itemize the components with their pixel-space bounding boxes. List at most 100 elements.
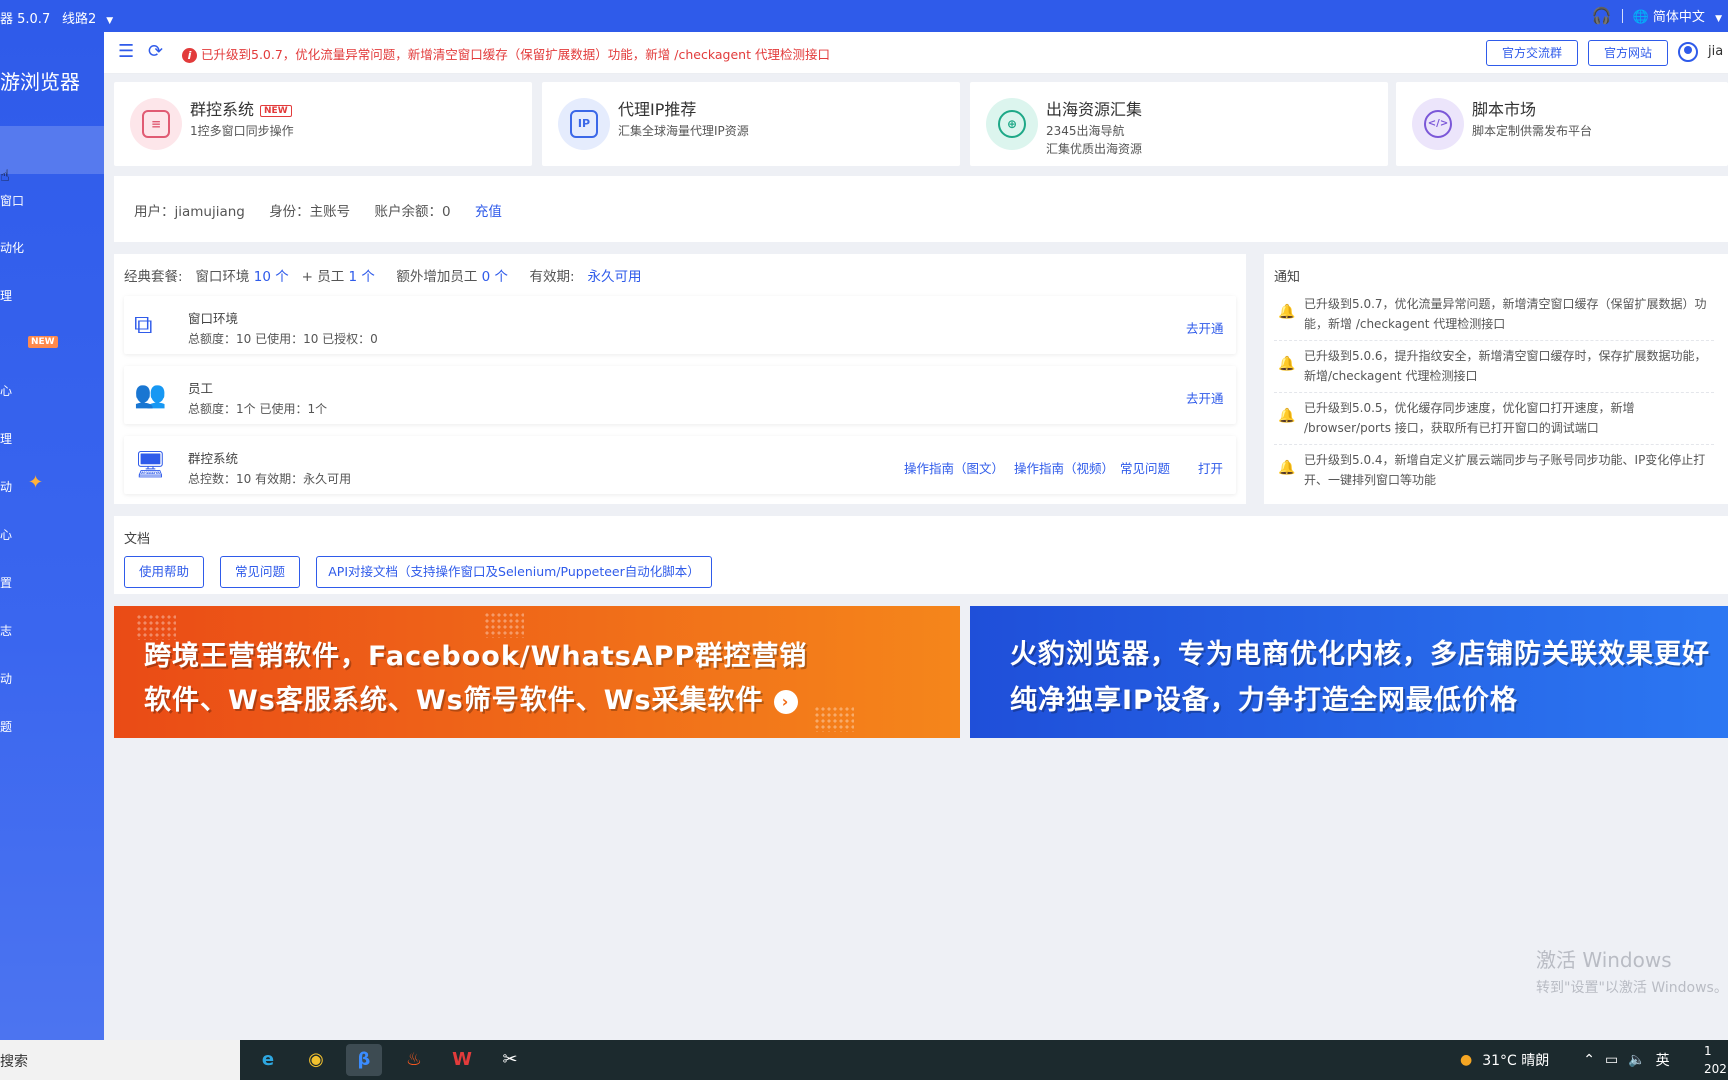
open-link[interactable]: 打开 xyxy=(1198,458,1223,477)
upgrade-notice[interactable]: i 已升级到5.0.7，优化流量异常问题，新增清空窗口缓存（保留扩展数据）功能，新… xyxy=(182,44,830,63)
guide-video-link[interactable]: 操作指南（视频） xyxy=(1014,458,1114,477)
feature-title: 代理IP推荐 xyxy=(618,100,697,119)
sidebar-item-active[interactable] xyxy=(0,126,104,174)
banner-huobao[interactable]: 火豹浏览器，专为电商优化内核，多店铺防关联效果更好 纯净独享IP设备，力争打造全… xyxy=(970,606,1728,738)
edge-icon[interactable]: e xyxy=(250,1044,286,1076)
taskbar-search[interactable]: 搜索 xyxy=(0,1040,240,1080)
sidebar-item-windows[interactable]: 窗口 xyxy=(0,192,24,209)
official-site-button[interactable]: 官方网站 xyxy=(1588,40,1668,66)
sidebar-item-logs[interactable]: 志 xyxy=(0,622,12,639)
feature-desc: 2345出海导航 汇集优质出海资源 xyxy=(1046,124,1143,156)
wps-icon[interactable]: W xyxy=(444,1044,480,1076)
language-selector[interactable]: 🌐 简体中文 ▼ xyxy=(1633,6,1722,25)
volume-icon[interactable]: 🔈 xyxy=(1628,1052,1645,1068)
activation-watermark: 激活 Windows 转到"设置"以激活 Windows。 xyxy=(1536,948,1728,996)
arrow-right-icon: › xyxy=(773,689,798,714)
banner-line-1: 跨境王营销软件，Facebook/WhatsAPP群控营销 xyxy=(144,641,808,672)
banner-line-2: 纯净独享IP设备，力争打造全网最低价格 xyxy=(1010,685,1518,716)
notification-item[interactable]: 🔔 已升级到5.0.5，优化缓存同步速度，优化窗口打开速度，新增 /browse… xyxy=(1274,398,1714,445)
chrome-icon[interactable]: ◉ xyxy=(298,1044,334,1076)
weather-icon: ● xyxy=(1460,1052,1473,1068)
ime-indicator[interactable]: 英 xyxy=(1656,1050,1670,1070)
feature-card-group-control[interactable]: ≡ 群控系统 NEW 1控多窗口同步操作 xyxy=(114,82,532,166)
docs-panel: 文档 使用帮助 常见问题 API对接文档（支持操作窗口及Selenium/Pup… xyxy=(114,516,1728,594)
top-bar: ☰ ⟳ i 已升级到5.0.7，优化流量异常问题，新增清空窗口缓存（保留扩展数据）… xyxy=(104,32,1728,74)
sidebar-item-manage-2[interactable]: 理 xyxy=(0,430,12,447)
account-balance: 账户余额：0 xyxy=(374,204,451,220)
feature-desc: 汇集全球海量代理IP资源 xyxy=(618,124,749,138)
feature-card-script-market[interactable]: </> 脚本市场 脚本定制供需发布平台 xyxy=(1396,82,1728,166)
bell-icon: 🔔 xyxy=(1278,356,1296,372)
row-name: 群控系统 xyxy=(188,451,239,466)
sidebar-item-manage[interactable]: 理 xyxy=(0,287,12,304)
chevron-down-icon: ▼ xyxy=(106,16,114,26)
row-meta: 总额度：10 已使用：10 已授权：0 xyxy=(188,332,378,346)
banner-kuajingwang[interactable]: 跨境王营销软件，Facebook/WhatsAPP群控营销 软件、Ws客服系统、… xyxy=(114,606,960,738)
recharge-link[interactable]: 充值 xyxy=(475,204,502,220)
row-name: 窗口环境 xyxy=(188,311,239,326)
divider xyxy=(1621,8,1623,23)
sparkle-icon: ✦ xyxy=(28,472,44,493)
faq-link[interactable]: 常见问题 xyxy=(1120,458,1170,477)
api-docs-button[interactable]: API对接文档（支持操作窗口及Selenium/Puppeteer自动化脚本） xyxy=(316,556,712,588)
line-selector[interactable]: 线路2 ▼ xyxy=(62,8,113,27)
refresh-icon[interactable]: ⟳ xyxy=(148,41,163,62)
notification-item[interactable]: 🔔 已升级到5.0.4，新增自定义扩展云端同步与子账号同步功能、IP变化停止打开… xyxy=(1274,450,1714,496)
decor-dots xyxy=(814,706,854,732)
new-badge: NEW xyxy=(28,336,58,348)
guide-text-link[interactable]: 操作指南（图文） xyxy=(904,458,1004,477)
taskbar: 搜索 e ◉ β ♨ W ✂ ● 31°C 晴朗 ⌃ ▭ 🔈 英 1 202 xyxy=(0,1040,1728,1080)
compass-icon: ⊕ xyxy=(986,98,1038,150)
row-meta: 总额度：1个 已使用：1个 xyxy=(188,402,328,416)
sidebar: 游浏览器 窗口 动化 理 NEW 心 理 动 ✦ 心 置 志 动 题 xyxy=(0,32,104,1040)
package-row-windows: ⧉ 窗口环境 总额度：10 已使用：10 已授权：0 去开通 xyxy=(124,296,1236,354)
username[interactable]: jia xyxy=(1708,44,1723,59)
sidebar-item-center[interactable]: 心 xyxy=(0,382,12,399)
sidebar-item-questions[interactable]: 题 xyxy=(0,718,12,735)
official-group-button[interactable]: 官方交流群 xyxy=(1486,40,1578,66)
notification-item[interactable]: 🔔 已升级到5.0.6，提升指纹安全，新增清空窗口缓存时，保存扩展数据功能，新增… xyxy=(1274,346,1714,393)
help-button[interactable]: 使用帮助 xyxy=(124,556,204,588)
browser-app-icon[interactable]: β xyxy=(346,1044,382,1076)
sidebar-item-automation[interactable]: 动化 xyxy=(0,239,24,256)
avatar[interactable] xyxy=(1678,42,1698,62)
banner-line-1: 火豹浏览器，专为电商优化内核，多店铺防关联效果更好 xyxy=(1010,639,1710,670)
code-icon: </> xyxy=(1412,98,1464,150)
feature-card-proxy-ip[interactable]: IP 代理IP推荐 汇集全球海量代理IP资源 xyxy=(542,82,960,166)
sidebar-item-activity[interactable]: 动 xyxy=(0,478,12,495)
notifications-panel: 通知 🔔 已升级到5.0.7，优化流量异常问题，新增清空窗口缓存（保留扩展数据）… xyxy=(1264,254,1728,504)
chevron-down-icon: ▼ xyxy=(1715,14,1722,24)
feature-desc: 1控多窗口同步操作 xyxy=(190,124,294,138)
chevron-up-icon[interactable]: ⌃ xyxy=(1583,1052,1595,1068)
windows-copy-icon: ⧉ xyxy=(134,310,153,340)
weather-text[interactable]: 31°C 晴朗 xyxy=(1482,1050,1549,1070)
group-control-icon: ≡ xyxy=(130,98,182,150)
sidebar-item-settings[interactable]: 置 xyxy=(0,574,12,591)
docs-title: 文档 xyxy=(124,532,151,547)
headset-icon[interactable]: 🎧 xyxy=(1592,6,1612,25)
collapse-menu-icon[interactable]: ☰ xyxy=(118,41,134,62)
faq-button[interactable]: 常见问题 xyxy=(220,556,300,588)
feature-card-overseas-resources[interactable]: ⊕ 出海资源汇集 2345出海导航 汇集优质出海资源 xyxy=(970,82,1388,166)
network-icon[interactable]: ▭ xyxy=(1605,1052,1618,1068)
bell-icon: 🔔 xyxy=(1278,408,1296,424)
activate-staff-link[interactable]: 去开通 xyxy=(1186,388,1224,407)
row-meta: 总控数：10 有效期：永久可用 xyxy=(188,472,352,486)
feature-title: 脚本市场 xyxy=(1472,100,1537,119)
sidebar-item-action[interactable]: 动 xyxy=(0,670,12,687)
activate-windows-link[interactable]: 去开通 xyxy=(1186,318,1224,337)
notification-item[interactable]: 🔔 已升级到5.0.7，优化流量异常问题，新增清空窗口缓存（保留扩展数据）功能，… xyxy=(1274,294,1714,341)
app-version: 器 5.0.7 xyxy=(0,12,51,27)
package-summary: 经典套餐: 窗口环境 10 个 + 员工 1 个 额外增加员工 0 个 有效期:… xyxy=(124,269,642,285)
feature-title: 群控系统 NEW xyxy=(190,96,292,120)
globe-icon: 🌐 xyxy=(1632,10,1649,25)
proxy-ip-icon: IP xyxy=(558,98,610,150)
capcut-icon[interactable]: ✂ xyxy=(492,1044,528,1076)
row-name: 员工 xyxy=(188,381,214,396)
fire-browser-icon[interactable]: ♨ xyxy=(396,1044,432,1076)
clock[interactable]: 1 202 xyxy=(1704,1042,1727,1078)
package-panel: 经典套餐: 窗口环境 10 个 + 员工 1 个 额外增加员工 0 个 有效期:… xyxy=(114,254,1246,504)
sidebar-item-center-2[interactable]: 心 xyxy=(0,526,12,543)
user-name: 用户：jiamujiang xyxy=(134,204,245,220)
package-row-staff: 👥 员工 总额度：1个 已使用：1个 去开通 xyxy=(124,366,1236,424)
